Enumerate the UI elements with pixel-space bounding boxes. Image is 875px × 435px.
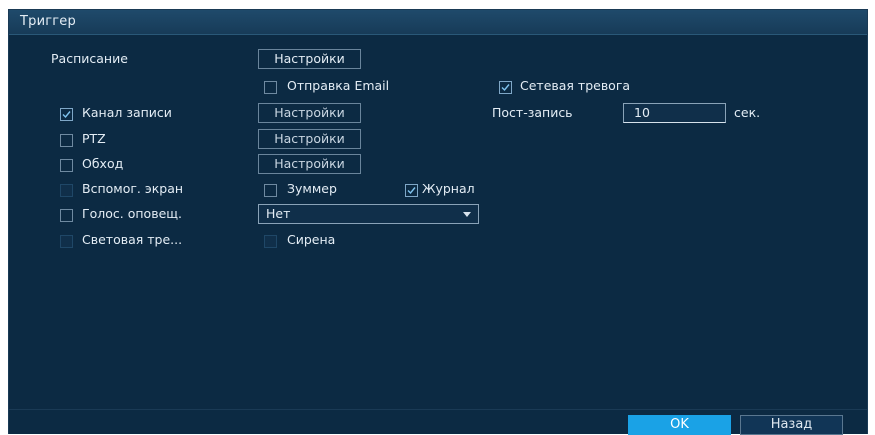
schedule-label: Расписание [51, 51, 128, 66]
checkmark-icon [62, 111, 71, 119]
aux-screen-label: Вспомог. экран [82, 181, 184, 196]
back-button[interactable]: Назад [740, 415, 843, 435]
light-alarm-checkbox[interactable] [60, 235, 73, 248]
send-email-label: Отправка Email [287, 78, 390, 93]
dialog-title: Триггер [20, 14, 76, 29]
net-alarm-checkbox[interactable] [499, 81, 512, 94]
tour-label: Обход [82, 156, 124, 171]
voice-prompt-label: Голос. оповещ. [82, 206, 182, 221]
ok-button[interactable]: OK [628, 415, 731, 435]
siren-checkbox[interactable] [264, 235, 277, 248]
ptz-checkbox[interactable] [60, 134, 73, 147]
log-checkbox[interactable] [405, 184, 418, 197]
checkmark-icon [501, 84, 510, 92]
buzzer-label: Зуммер [287, 181, 337, 196]
post-record-unit: сек. [734, 105, 761, 120]
chevron-down-icon [463, 212, 471, 217]
post-record-label: Пост-запись [492, 105, 573, 120]
post-record-input[interactable]: 10 [623, 103, 726, 123]
record-channel-label: Канал записи [82, 105, 172, 120]
voice-prompt-select-value: Нет [266, 206, 291, 221]
title-bar: Триггер [9, 10, 867, 35]
light-alarm-label: Световая тре... [82, 232, 183, 247]
aux-screen-checkbox[interactable] [60, 184, 73, 197]
voice-prompt-select[interactable]: Нет [258, 204, 479, 224]
siren-label: Сирена [287, 232, 336, 247]
record-channel-settings-button[interactable]: Настройки [258, 103, 361, 123]
schedule-settings-button[interactable]: Настройки [258, 49, 361, 69]
tour-checkbox[interactable] [60, 159, 73, 172]
checkmark-icon [407, 187, 416, 195]
dialog-footer [9, 409, 867, 434]
net-alarm-label: Сетевая тревога [520, 78, 631, 93]
log-label: Журнал [422, 181, 475, 196]
ptz-settings-button[interactable]: Настройки [258, 129, 361, 149]
send-email-checkbox[interactable] [264, 81, 277, 94]
record-channel-checkbox[interactable] [60, 108, 73, 121]
tour-settings-button[interactable]: Настройки [258, 154, 361, 174]
buzzer-checkbox[interactable] [264, 184, 277, 197]
trigger-dialog: Триггер Расписание Настройки Отправка Em… [8, 9, 868, 435]
ptz-label: PTZ [82, 131, 106, 146]
voice-prompt-checkbox[interactable] [60, 209, 73, 222]
